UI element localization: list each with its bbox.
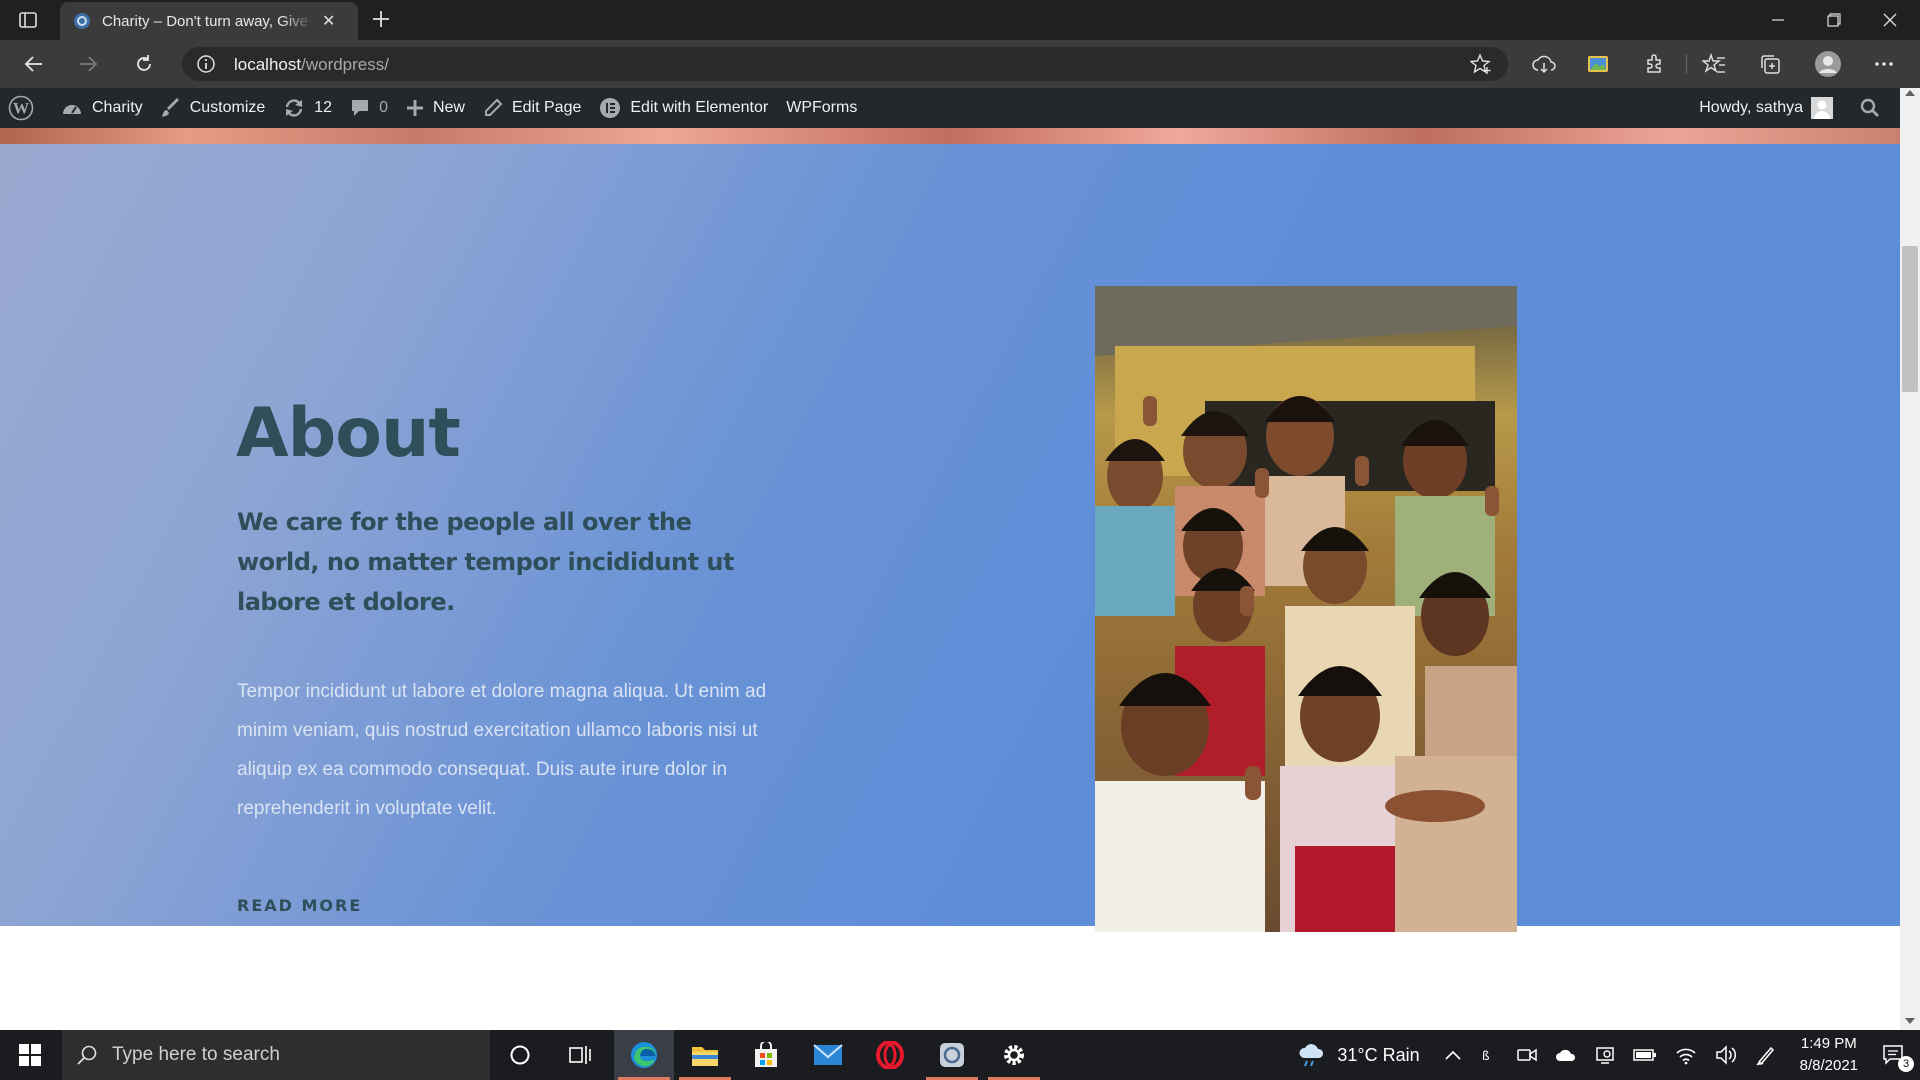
tab-close-icon[interactable]: ✕ (322, 11, 335, 31)
read-more-link[interactable]: READ MORE (237, 896, 362, 915)
notification-count-badge: 3 (1898, 1056, 1914, 1072)
wp-search-icon[interactable] (1851, 88, 1898, 128)
scrollbar-thumb[interactable] (1902, 246, 1918, 392)
wp-comments[interactable]: 0 (341, 88, 397, 128)
microsoft-store-icon[interactable] (736, 1030, 796, 1080)
svg-text:ß: ß (1482, 1049, 1490, 1063)
scroll-up-icon[interactable] (1905, 90, 1915, 96)
pen-workspace-icon[interactable] (1746, 1030, 1786, 1080)
settings-more-icon[interactable] (1864, 46, 1904, 82)
search-icon (77, 1045, 97, 1065)
wp-howdy-label: Howdy, sathya (1699, 99, 1803, 116)
extensions-icon[interactable] (1634, 46, 1674, 82)
restore-icon[interactable] (1806, 0, 1862, 40)
file-explorer-icon[interactable] (675, 1030, 735, 1080)
wp-customize[interactable]: Customize (152, 88, 275, 128)
wp-new[interactable]: New (397, 88, 474, 128)
display-icon[interactable] (1586, 1030, 1624, 1080)
cloud-download-icon[interactable] (1524, 46, 1564, 82)
toolbar-divider (1686, 54, 1687, 74)
browser-toolbar: localhost/wordpress/ (0, 40, 1920, 88)
wp-wpforms-label: WPForms (786, 99, 858, 116)
about-subheading: We care for the people all over the worl… (237, 508, 734, 616)
address-bar[interactable]: localhost/wordpress/ (182, 47, 1508, 81)
minimize-icon[interactable] (1750, 0, 1806, 40)
edge-taskbar-icon[interactable] (614, 1030, 674, 1080)
url-path: /wordpress/ (301, 55, 389, 74)
taskbar-clock[interactable]: 1:49 PM 8/8/2021 (1786, 1033, 1874, 1077)
wp-edit-page-label: Edit Page (511, 99, 582, 116)
forward-icon[interactable] (68, 46, 108, 82)
weather-text: 31°C Rain (1337, 1044, 1420, 1065)
profile-avatar-icon[interactable] (1808, 46, 1848, 82)
about-heading: About (236, 394, 461, 473)
wp-site-name[interactable]: Charity (52, 88, 152, 128)
browser-title-bar: Charity – Don't turn away, Give to the w… (0, 0, 1920, 40)
wp-admin-bar: W Charity Customize 12 0 New Edit Page E… (0, 88, 1920, 128)
wp-customize-label: Customize (189, 99, 266, 116)
notifications-icon[interactable]: 3 (1874, 1030, 1920, 1080)
weather-widget[interactable]: 31°C Rain (1288, 1030, 1428, 1080)
volume-icon[interactable] (1706, 1030, 1746, 1080)
url-host: localhost (234, 55, 302, 74)
opera-icon[interactable] (860, 1030, 920, 1080)
taskbar-search-placeholder: Type here to search (112, 1044, 280, 1065)
mail-icon[interactable] (798, 1030, 858, 1080)
svg-text:W: W (13, 101, 29, 118)
charity-favicon-icon (72, 11, 92, 31)
wordpress-logo-icon[interactable]: W (0, 88, 52, 128)
about-paragraph: Tempor incididunt ut labore et dolore ma… (237, 681, 767, 819)
favorites-icon[interactable] (1694, 46, 1734, 82)
weather-rain-icon (1299, 1044, 1324, 1067)
wp-updates-count: 12 (314, 99, 333, 116)
wp-new-label: New (432, 99, 465, 116)
cortana-icon[interactable] (490, 1030, 550, 1080)
collections-icon[interactable] (1750, 46, 1790, 82)
settings-gear-icon[interactable] (984, 1030, 1044, 1080)
scroll-down-icon[interactable] (1905, 1018, 1915, 1024)
wp-site-name-label: Charity (92, 99, 143, 116)
user-avatar-icon (1811, 97, 1833, 119)
show-hidden-icons-icon[interactable] (1429, 1030, 1470, 1080)
wp-comments-count: 0 (379, 99, 388, 116)
wp-admin-bar-right: Howdy, sathya (1690, 88, 1898, 128)
wifi-icon[interactable] (1666, 1030, 1706, 1080)
task-view-icon[interactable] (550, 1030, 610, 1080)
taskbar-search[interactable]: Type here to search (62, 1030, 490, 1080)
wp-edit-elementor[interactable]: Edit with Elementor (590, 88, 777, 128)
clock-date: 8/8/2021 (1799, 1057, 1858, 1074)
meet-now-icon[interactable] (1508, 1030, 1546, 1080)
add-favorite-icon[interactable] (1470, 53, 1492, 75)
url-text: localhost/wordpress/ (234, 55, 389, 75)
close-window-icon[interactable] (1862, 0, 1918, 40)
tab-actions-icon[interactable] (18, 10, 38, 30)
page-viewport[interactable]: About We care for the people all over th… (0, 128, 1900, 1030)
new-tab-icon[interactable] (370, 8, 392, 30)
onedrive-icon[interactable] (1546, 1030, 1586, 1080)
start-button-icon[interactable] (0, 1030, 60, 1080)
children-group-photo (1095, 286, 1517, 932)
about-section: About We care for the people all over th… (0, 144, 1900, 932)
wp-my-account[interactable]: Howdy, sathya (1690, 88, 1851, 128)
site-info-icon[interactable] (196, 54, 216, 74)
back-icon[interactable] (14, 46, 54, 82)
wp-wpforms[interactable]: WPForms (777, 88, 866, 128)
browser-tab[interactable]: Charity – Don't turn away, Give to the w… (60, 2, 358, 40)
clock-time: 1:49 PM (1800, 1035, 1857, 1052)
system-tray: 31°C Rain ß 1:49 PM 8/8/2021 3 (1288, 1030, 1920, 1080)
refresh-icon[interactable] (124, 46, 164, 82)
wp-edit-page[interactable]: Edit Page (474, 88, 590, 128)
windows-taskbar: Type here to search 31°C Rain ß 1:49 PM … (0, 1030, 1920, 1080)
page-scrollbar[interactable] (1900, 88, 1920, 1030)
image-extension-icon[interactable] (1578, 46, 1618, 82)
battery-icon[interactable] (1624, 1030, 1666, 1080)
charity-app-icon[interactable] (922, 1030, 982, 1080)
bluetooth-icon[interactable]: ß (1470, 1030, 1508, 1080)
tab-title: Charity – Don't turn away, Give to the w… (102, 12, 314, 30)
wp-edit-elementor-label: Edit with Elementor (630, 99, 769, 116)
wp-updates[interactable]: 12 (274, 88, 341, 128)
hero-image-bottom-edge (0, 128, 1900, 144)
